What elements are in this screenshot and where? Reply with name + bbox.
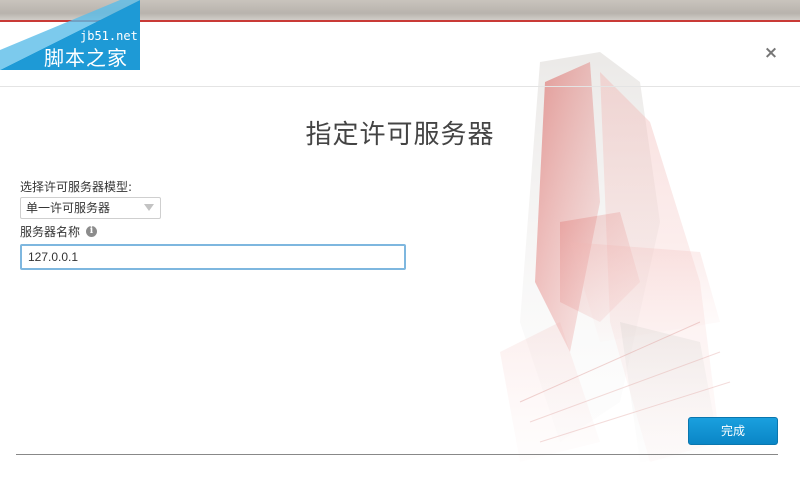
- footer-divider: [16, 454, 778, 455]
- server-name-label: 服务器名称: [20, 225, 81, 239]
- server-name-input[interactable]: [20, 244, 406, 270]
- license-model-selected-value: 单一许可服务器: [26, 201, 111, 215]
- watermark-site: jb51.net: [80, 29, 138, 43]
- license-model-label: 选择许可服务器模型:: [20, 180, 133, 194]
- finish-button[interactable]: 完成: [688, 417, 778, 445]
- header-divider: [0, 86, 800, 87]
- site-watermark: jb51.net 脚本之家: [0, 0, 140, 70]
- watermark-name: 脚本之家: [44, 46, 128, 70]
- info-icon[interactable]: i: [86, 226, 98, 237]
- license-model-select[interactable]: 单一许可服务器: [20, 197, 161, 219]
- chevron-down-icon: [144, 204, 154, 211]
- license-server-dialog: × 指定许可服务器 选择许可服务器模型: 单一许可服务器 服务器名称 i 完成: [0, 22, 800, 482]
- close-icon: ×: [763, 43, 779, 63]
- page-title: 指定许可服务器: [305, 120, 495, 150]
- server-name-label-row: 服务器名称 i: [20, 223, 98, 240]
- close-button[interactable]: ×: [760, 42, 782, 64]
